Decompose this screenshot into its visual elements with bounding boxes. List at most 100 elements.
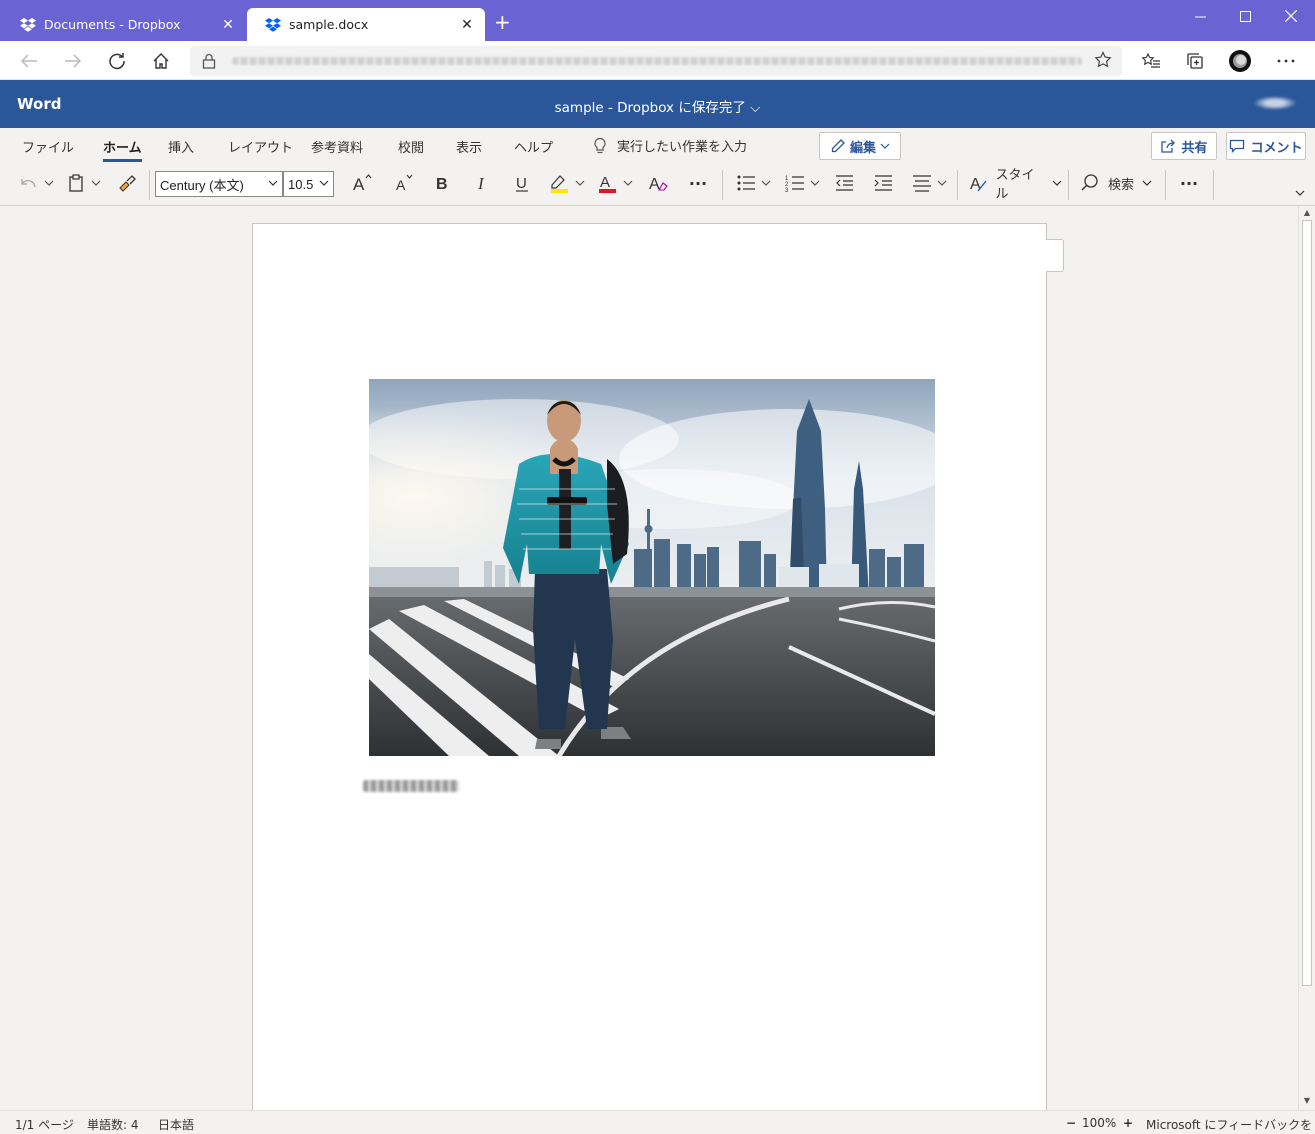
tab-title: Documents - Dropbox bbox=[44, 17, 181, 32]
ribbon-expand-chevron-icon[interactable] bbox=[1295, 190, 1305, 197]
document-canvas bbox=[0, 206, 1298, 1110]
dropbox-icon bbox=[20, 17, 36, 32]
styles-button[interactable]: A スタイル bbox=[968, 168, 1062, 202]
tab-review[interactable]: 校閲 bbox=[398, 137, 424, 156]
maximize-button[interactable] bbox=[1222, 0, 1268, 32]
settings-more-button[interactable] bbox=[1274, 49, 1298, 73]
align-center-icon bbox=[913, 175, 947, 192]
zoom-out-button[interactable]: − bbox=[1066, 1116, 1076, 1130]
collections-button[interactable] bbox=[1183, 49, 1207, 73]
underline-button[interactable]: U bbox=[508, 170, 536, 196]
chevron-down-icon bbox=[1142, 180, 1152, 186]
document-page[interactable] bbox=[252, 223, 1047, 1110]
font-size-select[interactable]: 10.5 bbox=[283, 171, 334, 197]
photo-man-on-city-road bbox=[369, 379, 935, 756]
page-count[interactable]: 1/1 ページ bbox=[15, 1116, 74, 1133]
tab-help[interactable]: ヘルプ bbox=[514, 137, 553, 156]
paste-button[interactable] bbox=[66, 170, 104, 196]
scrollbar-thumb[interactable] bbox=[1302, 220, 1312, 986]
browser-tab-sample[interactable]: sample.docx ✕ bbox=[247, 8, 485, 41]
favorites-button[interactable] bbox=[1139, 49, 1163, 73]
toolbar-divider bbox=[722, 170, 723, 200]
tell-me-search[interactable]: 実行したい作業を入力 bbox=[593, 136, 747, 155]
more-dots-icon: ··· bbox=[688, 173, 708, 193]
bold-button[interactable]: B bbox=[428, 170, 456, 196]
feedback-link[interactable]: Microsoft にフィードバックを送信 bbox=[1146, 1116, 1315, 1134]
favorite-star-icon[interactable] bbox=[1094, 51, 1112, 69]
format-painter-button[interactable] bbox=[114, 170, 140, 196]
tab-home[interactable]: ホーム bbox=[103, 137, 142, 162]
share-button[interactable]: 共有 bbox=[1151, 132, 1217, 160]
close-tab-icon[interactable]: ✕ bbox=[220, 17, 236, 33]
tab-references[interactable]: 参考資料 bbox=[311, 137, 363, 156]
tell-me-placeholder: 実行したい作業を入力 bbox=[617, 140, 748, 155]
more-commands-button[interactable]: ··· bbox=[1175, 170, 1203, 196]
comment-margin-tab[interactable] bbox=[1046, 239, 1064, 272]
numbering-button[interactable]: 123 bbox=[783, 170, 823, 196]
avatar bbox=[1229, 50, 1251, 72]
tab-view[interactable]: 表示 bbox=[456, 137, 482, 156]
find-button[interactable]: 検索 bbox=[1080, 170, 1160, 196]
svg-text:A: A bbox=[600, 174, 610, 191]
zoom-in-button[interactable]: + bbox=[1123, 1116, 1133, 1130]
vertical-scrollbar[interactable]: ▲ ▼ bbox=[1298, 206, 1315, 1110]
url-input[interactable] bbox=[190, 46, 1122, 76]
user-name-redacted[interactable] bbox=[1253, 96, 1297, 110]
back-button[interactable] bbox=[17, 49, 41, 73]
new-tab-button[interactable]: + bbox=[494, 12, 511, 32]
forward-button[interactable] bbox=[61, 49, 85, 73]
svg-text:I: I bbox=[477, 174, 485, 193]
maximize-icon bbox=[1239, 10, 1251, 22]
decrease-indent-button[interactable] bbox=[831, 170, 857, 196]
scroll-down-arrow-icon[interactable]: ▼ bbox=[1302, 1096, 1312, 1106]
shrink-font-icon: A bbox=[396, 174, 413, 193]
styles-icon: A bbox=[970, 176, 987, 193]
chevron-down-icon bbox=[1052, 180, 1062, 186]
language[interactable]: 日本語 bbox=[158, 1116, 194, 1133]
increase-indent-button[interactable] bbox=[870, 170, 896, 196]
comment-label: コメント bbox=[1250, 140, 1303, 156]
profile-button[interactable] bbox=[1228, 49, 1252, 73]
chevron-down-icon bbox=[319, 180, 329, 186]
svg-text:B: B bbox=[436, 176, 448, 193]
browser-tab-documents[interactable]: Documents - Dropbox ✕ bbox=[2, 8, 246, 41]
undo-button[interactable] bbox=[16, 170, 56, 196]
increase-indent-icon bbox=[874, 175, 892, 191]
comment-button[interactable]: コメント bbox=[1226, 132, 1306, 160]
window-close-button[interactable] bbox=[1268, 0, 1314, 32]
more-font-options-button[interactable]: ··· bbox=[684, 170, 712, 196]
refresh-button[interactable] bbox=[105, 49, 129, 73]
italic-button[interactable]: I bbox=[468, 170, 496, 196]
highlighter-icon bbox=[551, 175, 585, 193]
font-name-select[interactable]: Century (本文) bbox=[155, 171, 283, 197]
address-toolbar bbox=[0, 41, 1315, 80]
document-title[interactable]: sample - Dropbox に保存完了 ⌵ bbox=[0, 96, 1315, 116]
share-icon bbox=[1161, 139, 1176, 153]
align-button[interactable] bbox=[910, 170, 950, 196]
toolbar-divider bbox=[957, 170, 958, 200]
font-color-button[interactable]: A bbox=[596, 170, 636, 196]
zoom-level[interactable]: 100% bbox=[1082, 1116, 1116, 1130]
home-button[interactable] bbox=[149, 49, 173, 73]
tab-layout[interactable]: レイアウト bbox=[228, 137, 293, 156]
document-image[interactable] bbox=[369, 379, 935, 756]
image-caption-redacted bbox=[363, 780, 459, 792]
pencil-icon bbox=[831, 139, 845, 153]
highlight-color-button[interactable] bbox=[548, 170, 588, 196]
italic-icon: I bbox=[477, 174, 485, 193]
editing-mode-button[interactable]: 編集 bbox=[819, 132, 901, 160]
close-tab-icon[interactable]: ✕ bbox=[459, 17, 475, 33]
scroll-up-arrow-icon[interactable]: ▲ bbox=[1302, 208, 1312, 218]
grow-font-button[interactable]: A bbox=[348, 170, 376, 196]
tab-title: sample.docx bbox=[289, 17, 369, 32]
svg-text:A: A bbox=[970, 176, 981, 193]
svg-text:U: U bbox=[516, 175, 527, 192]
clear-formatting-button[interactable]: A bbox=[644, 170, 672, 196]
shrink-font-button[interactable]: A bbox=[390, 170, 418, 196]
minimize-button-2[interactable] bbox=[1177, 0, 1223, 32]
bullets-button[interactable] bbox=[734, 170, 774, 196]
tab-file[interactable]: ファイル bbox=[22, 137, 74, 156]
toolbar-divider bbox=[1213, 170, 1214, 200]
word-count[interactable]: 単語数: 4 bbox=[87, 1116, 139, 1133]
tab-insert[interactable]: 挿入 bbox=[168, 137, 194, 156]
